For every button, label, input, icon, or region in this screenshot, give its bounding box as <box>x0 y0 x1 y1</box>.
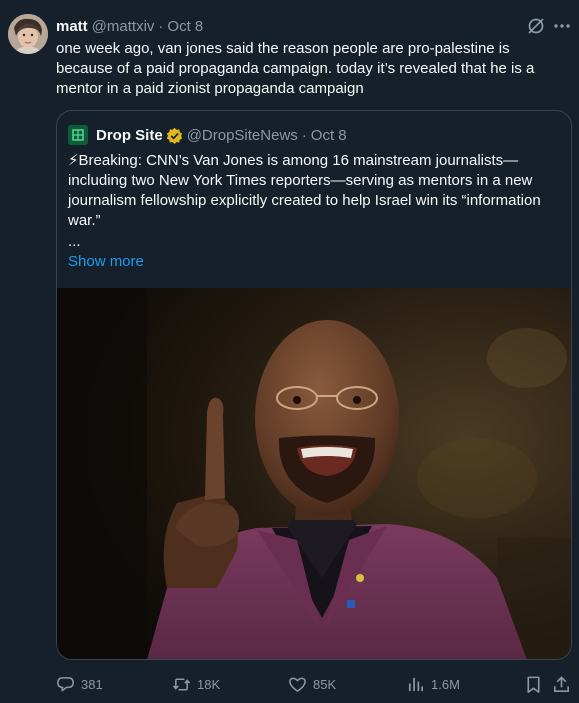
author-handle[interactable]: @mattxiv <box>92 18 155 35</box>
reply-icon <box>57 676 74 691</box>
quoted-post[interactable]: Drop Site @DropSiteNews · Oct 8 ⚡Breakin… <box>56 110 572 660</box>
separator-dot: · <box>301 126 307 144</box>
action-bar: 381 18K 85K 1.6M <box>56 673 572 695</box>
grok-icon[interactable] <box>526 16 546 36</box>
quote-text: ⚡Breaking: CNN’s Van Jones is among 16 m… <box>68 152 541 229</box>
quote-ellipsis: ... <box>68 233 81 250</box>
tweet: matt @mattxiv · Oct 8 one week ago, van … <box>0 0 579 703</box>
quote-author-name[interactable]: Drop Site <box>96 127 163 144</box>
quote-media-image[interactable] <box>57 288 571 659</box>
quote-author-handle[interactable]: @DropSiteNews <box>187 127 298 144</box>
views-icon <box>408 677 424 691</box>
post-date[interactable]: Oct 8 <box>167 18 203 35</box>
like-count: 85K <box>313 676 337 692</box>
author-avatar[interactable] <box>8 14 48 54</box>
show-more-link[interactable]: Show more <box>68 252 144 272</box>
post-text: one week ago, van jones said the reason … <box>56 40 535 97</box>
like-button[interactable]: 85K <box>288 673 336 695</box>
like-icon <box>289 677 306 692</box>
views-button[interactable]: 1.6M <box>406 673 460 695</box>
author-name[interactable]: matt <box>56 18 88 35</box>
views-count: 1.6M <box>431 676 460 692</box>
quote-author-avatar[interactable] <box>68 125 88 145</box>
reply-button[interactable]: 381 <box>56 673 103 695</box>
quote-date[interactable]: Oct 8 <box>311 127 347 144</box>
quote-header: Drop Site @DropSiteNews · Oct 8 <box>68 125 347 145</box>
reply-count: 381 <box>81 676 103 692</box>
bookmark-icon <box>527 676 540 693</box>
repost-icon <box>172 678 191 690</box>
more-icon[interactable] <box>552 16 572 36</box>
bookmark-button[interactable] <box>524 673 549 695</box>
repost-button[interactable]: 18K <box>172 673 220 695</box>
share-button[interactable] <box>552 673 577 695</box>
share-icon <box>554 675 569 692</box>
verified-badge-icon <box>166 127 183 144</box>
post-header: matt @mattxiv · Oct 8 <box>56 16 203 36</box>
separator-dot: · <box>158 17 164 35</box>
repost-count: 18K <box>197 676 221 692</box>
